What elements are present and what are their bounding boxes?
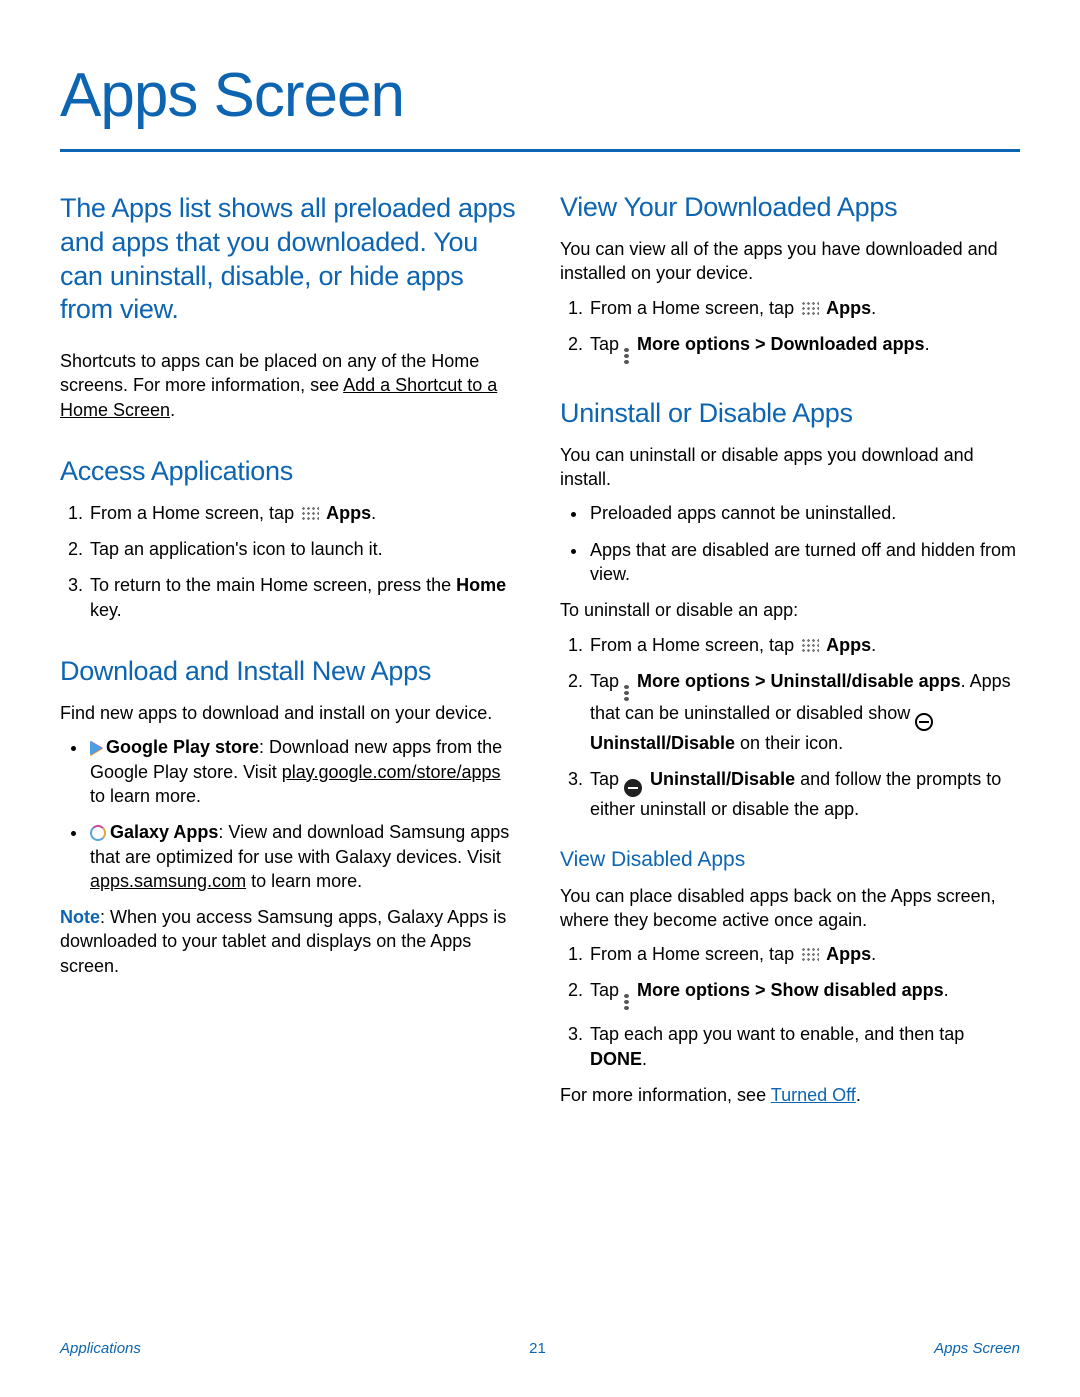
list-item: From a Home screen, tap Apps. xyxy=(88,501,520,525)
list-item: Apps that are disabled are turned off an… xyxy=(588,538,1020,587)
turned-off-link[interactable]: Turned Off xyxy=(771,1085,856,1105)
content-columns: The Apps list shows all preloaded apps a… xyxy=(60,192,1020,1117)
step-text: To return to the main Home screen, press… xyxy=(90,575,456,595)
uninstall-disable-icon xyxy=(624,779,642,797)
more-options-icon xyxy=(624,994,629,1010)
more-options-label: More options > Downloaded apps xyxy=(637,334,925,354)
list-item: Tap an application's icon to launch it. xyxy=(88,537,520,561)
step-text: From a Home screen, tap xyxy=(590,635,799,655)
done-label: DONE xyxy=(590,1049,642,1069)
apps-grid-icon xyxy=(301,506,319,520)
step-text: From a Home screen, tap xyxy=(90,503,299,523)
list-item: To return to the main Home screen, press… xyxy=(88,573,520,622)
list-item: Tap Uninstall/Disable and follow the pro… xyxy=(588,767,1020,821)
shortcut-info: Shortcuts to apps can be placed on any o… xyxy=(60,349,520,422)
footer-page-number: 21 xyxy=(529,1340,546,1357)
footer-left: Applications xyxy=(60,1340,141,1357)
more-options-icon xyxy=(624,685,629,701)
view-downloaded-steps: From a Home screen, tap Apps. Tap More o… xyxy=(560,296,1020,364)
heading-view-disabled: View Disabled Apps xyxy=(560,848,1020,872)
more-info-text: For more information, see xyxy=(560,1085,771,1105)
step-text: Tap each app you want to enable, and the… xyxy=(590,1024,964,1044)
heading-access-applications: Access Applications xyxy=(60,456,520,487)
view-disabled-steps: From a Home screen, tap Apps. Tap More o… xyxy=(560,942,1020,1071)
step-text: Tap xyxy=(590,671,624,691)
play-store-link[interactable]: play.google.com/store/apps xyxy=(282,762,501,782)
download-note: Note: When you access Samsung apps, Gala… xyxy=(60,905,520,978)
step-text: From a Home screen, tap xyxy=(590,298,799,318)
heading-uninstall-disable: Uninstall or Disable Apps xyxy=(560,398,1020,429)
list-item: Preloaded apps cannot be uninstalled. xyxy=(588,501,1020,525)
galaxy-apps-label: Galaxy Apps xyxy=(110,822,218,842)
list-item: Tap More options > Downloaded apps. xyxy=(588,332,1020,364)
more-options-icon xyxy=(624,348,629,364)
list-item: From a Home screen, tap Apps. xyxy=(588,296,1020,320)
note-text: : When you access Samsung apps, Galaxy A… xyxy=(60,907,506,976)
more-info: For more information, see Turned Off. xyxy=(560,1083,1020,1107)
apps-label: Apps xyxy=(826,635,871,655)
uninstall-bullets: Preloaded apps cannot be uninstalled. Ap… xyxy=(560,501,1020,586)
page-footer: Applications 21 Apps Screen xyxy=(60,1340,1020,1357)
play-store-label: Google Play store xyxy=(106,737,259,757)
list-item: From a Home screen, tap Apps. xyxy=(588,942,1020,966)
galaxy-apps-icon xyxy=(90,825,106,841)
title-divider xyxy=(60,149,1020,152)
step-text: key. xyxy=(90,600,122,620)
left-column: The Apps list shows all preloaded apps a… xyxy=(60,192,520,1117)
step-text: Tap xyxy=(590,980,624,1000)
list-item: Google Play store: Download new apps fro… xyxy=(88,735,520,808)
apps-grid-icon xyxy=(801,947,819,961)
list-item: Tap each app you want to enable, and the… xyxy=(588,1022,1020,1071)
view-disabled-intro: You can place disabled apps back on the … xyxy=(560,884,1020,933)
uninstall-to-text: To uninstall or disable an app: xyxy=(560,598,1020,622)
uninstall-steps: From a Home screen, tap Apps. Tap More o… xyxy=(560,633,1020,822)
list-item: Tap More options > Show disabled apps. xyxy=(588,978,1020,1010)
step-text: Tap xyxy=(590,769,624,789)
more-options-label: More options > Uninstall/disable apps xyxy=(637,671,961,691)
list-item: From a Home screen, tap Apps. xyxy=(588,633,1020,657)
view-downloaded-intro: You can view all of the apps you have do… xyxy=(560,237,1020,286)
uninstall-intro: You can uninstall or disable apps you do… xyxy=(560,443,1020,492)
right-column: View Your Downloaded Apps You can view a… xyxy=(560,192,1020,1117)
access-steps: From a Home screen, tap Apps. Tap an app… xyxy=(60,501,520,622)
lead-paragraph: The Apps list shows all preloaded apps a… xyxy=(60,192,520,327)
apps-label: Apps xyxy=(826,298,871,318)
heading-download-install: Download and Install New Apps xyxy=(60,656,520,687)
note-label: Note xyxy=(60,907,100,927)
apps-label: Apps xyxy=(326,503,371,523)
download-bullets: Google Play store: Download new apps fro… xyxy=(60,735,520,893)
uninstall-disable-label: Uninstall/Disable xyxy=(590,733,735,753)
uninstall-disable-label: Uninstall/Disable xyxy=(650,769,795,789)
bullet-text: to learn more. xyxy=(246,871,362,891)
page-title: Apps Screen xyxy=(60,60,1020,131)
footer-right: Apps Screen xyxy=(934,1340,1020,1357)
download-intro: Find new apps to download and install on… xyxy=(60,701,520,725)
apps-grid-icon xyxy=(801,301,819,315)
play-store-icon xyxy=(90,741,102,755)
step-text: From a Home screen, tap xyxy=(590,944,799,964)
uninstall-disable-icon xyxy=(915,713,933,731)
bullet-text: to learn more. xyxy=(90,786,201,806)
step-text: on their icon. xyxy=(735,733,843,753)
more-options-label: More options > Show disabled apps xyxy=(637,980,944,1000)
galaxy-apps-link[interactable]: apps.samsung.com xyxy=(90,871,246,891)
heading-view-downloaded: View Your Downloaded Apps xyxy=(560,192,1020,223)
step-text: Tap xyxy=(590,334,624,354)
apps-grid-icon xyxy=(801,638,819,652)
apps-label: Apps xyxy=(826,944,871,964)
list-item: Tap More options > Uninstall/disable app… xyxy=(588,669,1020,755)
home-key-label: Home xyxy=(456,575,506,595)
list-item: Galaxy Apps: View and download Samsung a… xyxy=(88,820,520,893)
